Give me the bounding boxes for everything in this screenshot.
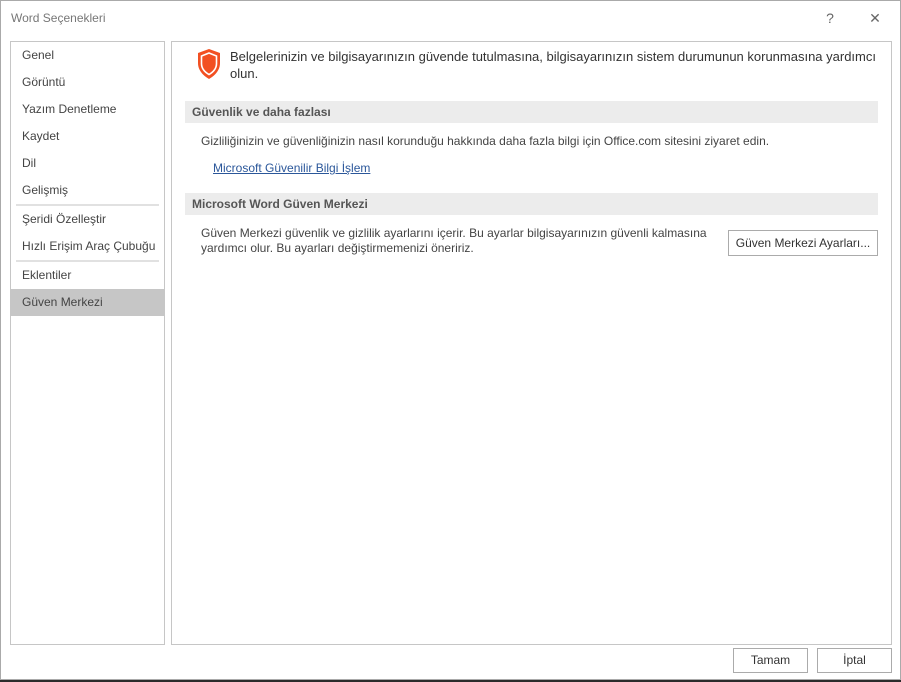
ok-button[interactable]: Tamam <box>733 648 808 673</box>
cancel-button[interactable]: İptal <box>817 648 892 673</box>
main-panel: Belgelerinizin ve bilgisayarınızın güven… <box>171 41 892 645</box>
window-title: Word Seçenekleri <box>11 11 106 25</box>
shield-icon <box>198 49 220 79</box>
sidebar-item-seridi-ozellestir[interactable]: Şeridi Özelleştir <box>11 206 164 233</box>
trust-center-description-1: Güven Merkezi güvenlik ve gizlilik ayarl… <box>201 226 707 240</box>
security-section-header: Güvenlik ve daha fazlası <box>185 101 878 123</box>
sidebar-item-dil[interactable]: Dil <box>11 150 164 177</box>
security-description: Gizliliğinizin ve güvenliğinizin nasıl k… <box>201 134 770 148</box>
sidebar-item-eklentiler[interactable]: Eklentiler <box>11 262 164 289</box>
trust-center-section-header: Microsoft Word Güven Merkezi <box>185 193 878 215</box>
sidebar-item-hizli-erisim[interactable]: Hızlı Erişim Araç Çubuğu <box>11 233 164 260</box>
word-options-dialog: Word Seçenekleri ? ✕ Genel Görüntü Yazım… <box>0 0 901 680</box>
intro-text: Belgelerinizin ve bilgisayarınızın güven… <box>230 49 876 81</box>
trustworthy-computing-link[interactable]: Microsoft Güvenilir Bilgi İşlem <box>213 161 370 175</box>
sidebar-item-yazim-denetleme[interactable]: Yazım Denetleme <box>11 96 164 123</box>
sidebar-item-guven-merkezi[interactable]: Güven Merkezi <box>11 289 164 316</box>
sidebar-item-kaydet[interactable]: Kaydet <box>11 123 164 150</box>
trust-center-description-2: yardımcı olur. Bu ayarları değiştirmemen… <box>201 241 474 255</box>
sidebar-item-gorunum[interactable]: Görüntü <box>11 69 164 96</box>
sidebar-item-genel[interactable]: Genel <box>11 42 164 69</box>
sidebar: Genel Görüntü Yazım Denetleme Kaydet Dil… <box>10 41 165 645</box>
help-button[interactable]: ? <box>818 7 842 29</box>
trust-center-settings-button[interactable]: Güven Merkezi Ayarları... <box>728 230 878 256</box>
sidebar-item-gelismis[interactable]: Gelişmiş <box>11 177 164 204</box>
close-button[interactable]: ✕ <box>863 7 887 29</box>
